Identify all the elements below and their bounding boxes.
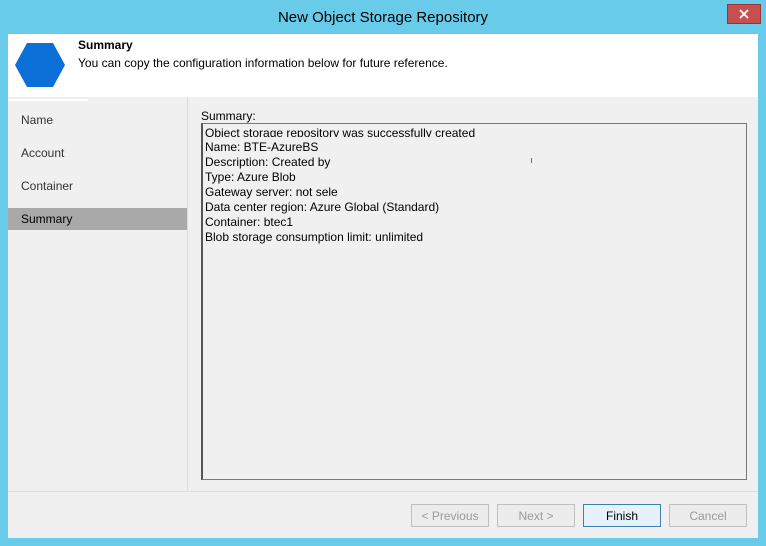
window-title: New Object Storage Repository (277, 9, 489, 26)
summary-line-limit: Blob storage consumption limit: unlimite… (205, 230, 424, 244)
step-container[interactable]: Container (8, 175, 187, 197)
close-button[interactable] (727, 4, 761, 24)
summary-line-gateway: Gateway server: not sele (205, 185, 338, 199)
previous-button[interactable]: < Previous (411, 504, 489, 527)
summary-label: Summary: (201, 109, 256, 123)
summary-line-status: Object storage repository was successful… (205, 127, 476, 137)
footer-separator (8, 491, 758, 492)
hexagon-icon (15, 43, 65, 87)
summary-line-description: Description: Created by (205, 155, 331, 169)
step-summary[interactable]: Summary (8, 208, 187, 230)
text-cursor-mark (531, 158, 532, 163)
next-button[interactable]: Next > (497, 504, 575, 527)
wizard-header: Summary You can copy the configuration i… (8, 34, 758, 97)
summary-line-container: Container: btec1 (205, 215, 294, 229)
wizard-client-area: Summary You can copy the configuration i… (8, 34, 758, 538)
summary-line-type: Type: Azure Blob (205, 170, 296, 184)
header-description: You can copy the configuration informati… (78, 56, 448, 70)
step-account[interactable]: Account (8, 142, 187, 164)
header-title: Summary (78, 38, 133, 52)
sidebar-divider (8, 99, 88, 101)
title-bar[interactable]: New Object Storage Repository (0, 0, 766, 34)
finish-button[interactable]: Finish (583, 504, 661, 527)
step-name[interactable]: Name (8, 109, 187, 131)
summary-line-region: Data center region: Azure Global (Standa… (205, 200, 440, 214)
summary-textbox[interactable]: Object storage repository was successful… (201, 123, 747, 480)
close-icon (739, 9, 749, 19)
summary-panel: Summary: Object storage repository was s… (188, 97, 758, 491)
cancel-button[interactable]: Cancel (669, 504, 747, 527)
wizard-window: New Object Storage Repository Summary Yo… (0, 0, 766, 546)
wizard-steps-sidebar: Name Account Container Summary (8, 97, 187, 491)
summary-line-name: Name: BTE-AzureBS (205, 140, 319, 154)
